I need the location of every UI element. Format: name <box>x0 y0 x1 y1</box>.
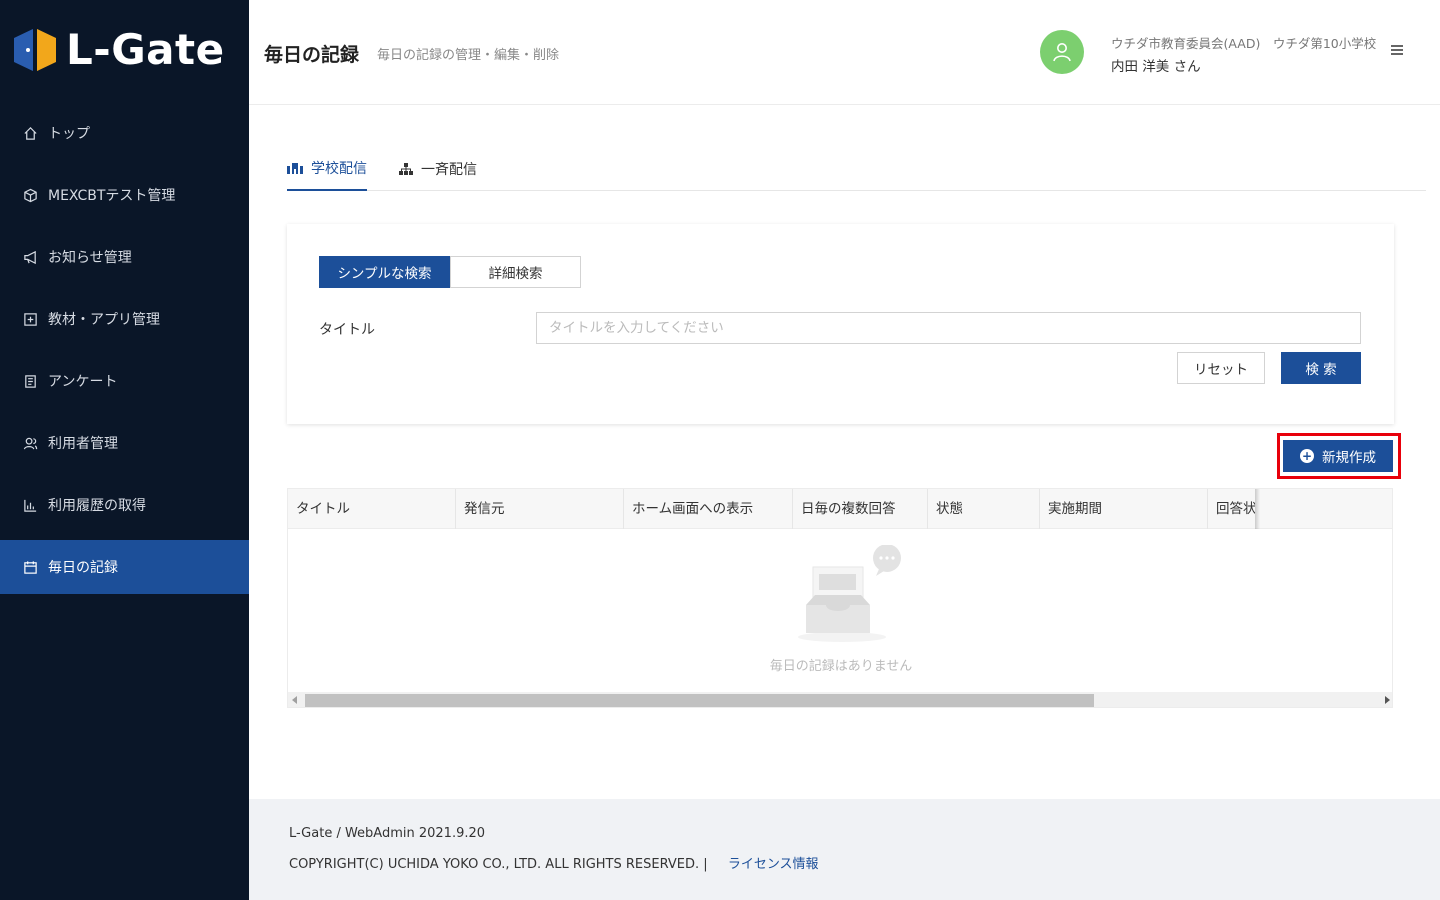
reset-button[interactable]: リセット <box>1177 352 1265 384</box>
megaphone-icon <box>22 249 38 265</box>
horizontal-scrollbar[interactable] <box>288 692 1392 707</box>
school-icon <box>287 162 303 174</box>
records-table: タイトル 発信元 ホーム画面への表示 日毎の複数回答 状態 実施期間 回答状 毎… <box>287 488 1393 708</box>
tab-label: 学校配信 <box>311 160 367 177</box>
column-header-title[interactable]: タイトル <box>288 489 456 529</box>
footer: L-Gate / WebAdmin 2021.9.20 COPYRIGHT(C)… <box>249 799 1440 900</box>
sidebar-item-label: アンケート <box>48 374 118 390</box>
scroll-right-arrow-icon[interactable] <box>1385 696 1390 704</box>
tab-bulk-delivery[interactable]: 一斉配信 <box>399 150 491 191</box>
clipboard-icon <box>22 373 38 389</box>
sidebar-item-users[interactable]: 利用者管理 <box>0 412 249 474</box>
new-create-label: 新規作成 <box>1322 450 1376 466</box>
tab-bar: 学校配信 一斉配信 <box>287 150 1426 191</box>
bar-chart-icon <box>22 497 38 513</box>
cube-icon <box>22 187 38 203</box>
user-icon <box>1053 43 1071 62</box>
detail-search-button[interactable]: 詳細検索 <box>450 256 581 288</box>
sidebar-item-label: お知らせ管理 <box>48 250 132 266</box>
sidebar-item-mexcbt[interactable]: MEXCBTテスト管理 <box>0 164 249 226</box>
tab-school-delivery[interactable]: 学校配信 <box>287 150 367 191</box>
license-link[interactable]: ライセンス情報 <box>728 857 819 872</box>
sidebar-nav: トップ MEXCBTテスト管理 お知らせ管理 教材・アプリ管理 アンケート 利用… <box>0 102 249 594</box>
title-search-input[interactable] <box>536 312 1361 344</box>
scrollbar-thumb[interactable] <box>305 694 1094 707</box>
scroll-left-arrow-icon[interactable] <box>292 696 297 704</box>
search-button[interactable]: 検 索 <box>1281 352 1361 384</box>
title-field-label: タイトル <box>319 322 375 338</box>
plus-square-icon <box>22 311 38 327</box>
sidebar-item-top[interactable]: トップ <box>0 102 249 164</box>
column-header-home-display[interactable]: ホーム画面への表示 <box>624 489 793 529</box>
empty-inbox-icon <box>798 545 901 642</box>
header: 毎日の記録 毎日の記録の管理・編集・削除 ウチダ市教育委員会(AAD) ウチダ第… <box>249 0 1440 105</box>
hierarchy-icon <box>399 162 413 175</box>
home-icon <box>22 125 38 141</box>
sidebar-item-daily-record[interactable]: 毎日の記録 <box>0 540 249 594</box>
simple-search-button[interactable]: シンプルな検索 <box>319 256 450 288</box>
sidebar-item-notices[interactable]: お知らせ管理 <box>0 226 249 288</box>
column-header-period[interactable]: 実施期間 <box>1040 489 1208 529</box>
sidebar-item-label: 教材・アプリ管理 <box>48 312 160 328</box>
column-header-multiple-answers[interactable]: 日毎の複数回答 <box>793 489 928 529</box>
calendar-icon <box>22 559 38 575</box>
table-header: タイトル 発信元 ホーム画面への表示 日毎の複数回答 状態 実施期間 回答状 <box>288 489 1392 529</box>
column-header-status[interactable]: 状態 <box>928 489 1040 529</box>
sidebar-item-label: 毎日の記録 <box>48 560 118 576</box>
search-panel: シンプルな検索 詳細検索 タイトル リセット 検 索 <box>287 224 1394 424</box>
plus-circle-icon: + <box>1300 449 1314 463</box>
org-name: ウチダ市教育委員会(AAD) ウチダ第10小学校 <box>1111 36 1377 51</box>
hamburger-menu-icon[interactable] <box>1390 42 1406 60</box>
tab-label: 一斉配信 <box>421 161 477 178</box>
search-mode-toggle: シンプルな検索 詳細検索 <box>319 256 581 288</box>
sidebar-item-label: 利用者管理 <box>48 436 118 452</box>
sidebar: L-Gate トップ MEXCBTテスト管理 お知らせ管理 教材・アプリ管理 ア… <box>0 0 249 900</box>
user-name: 内田 洋美 さん <box>1111 59 1201 75</box>
logo-text: L-Gate <box>66 25 225 74</box>
page-subtitle: 毎日の記録の管理・編集・削除 <box>377 48 560 63</box>
sidebar-item-usage-history[interactable]: 利用履歴の取得 <box>0 474 249 536</box>
logo-mark-icon <box>14 28 56 72</box>
footer-copyright-line: COPYRIGHT(C) UCHIDA YOKO CO., LTD. ALL R… <box>289 853 819 872</box>
empty-message: 毎日の記録はありません <box>769 659 913 674</box>
logo[interactable]: L-Gate <box>14 26 225 74</box>
sidebar-item-label: トップ <box>48 126 90 142</box>
fixed-column-shadow <box>1255 489 1260 529</box>
new-create-button[interactable]: + 新規作成 <box>1283 440 1393 472</box>
footer-copyright: COPYRIGHT(C) UCHIDA YOKO CO., LTD. ALL R… <box>289 857 708 872</box>
column-header-answer-status[interactable]: 回答状 <box>1208 489 1255 529</box>
avatar[interactable] <box>1040 30 1084 74</box>
footer-version: L-Gate / WebAdmin 2021.9.20 <box>289 826 486 841</box>
column-header-sender[interactable]: 発信元 <box>456 489 624 529</box>
sidebar-item-label: 利用履歴の取得 <box>48 498 146 514</box>
users-icon <box>22 435 38 451</box>
sidebar-item-label: MEXCBTテスト管理 <box>48 188 176 204</box>
page-title: 毎日の記録 <box>264 44 360 66</box>
sidebar-item-survey[interactable]: アンケート <box>0 350 249 412</box>
sidebar-item-materials[interactable]: 教材・アプリ管理 <box>0 288 249 350</box>
